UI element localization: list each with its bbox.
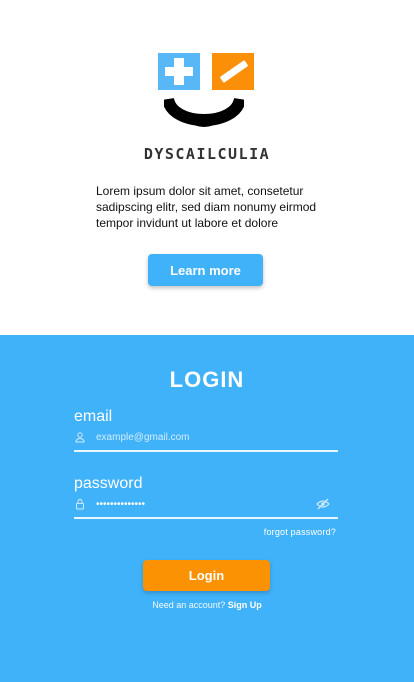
email-field-container: [74, 428, 338, 452]
app-logo: [158, 53, 254, 133]
email-input[interactable]: [96, 428, 306, 446]
password-label: password: [74, 475, 143, 492]
app-description: Lorem ipsum dolor sit amet, consetetur s…: [96, 184, 317, 230]
learn-more-button[interactable]: Learn more: [148, 254, 263, 286]
signup-prompt: Need an account?: [152, 600, 226, 610]
signup-prompt-line: Need an account? Sign Up: [0, 600, 414, 610]
user-icon: [75, 432, 85, 443]
app-title: DYSCAILCULIA: [143, 145, 271, 163]
login-button[interactable]: Login: [143, 560, 270, 591]
plus-icon: [158, 53, 200, 90]
forgot-password-link[interactable]: forgot password?: [264, 527, 336, 537]
eye-off-icon[interactable]: [316, 498, 330, 510]
lock-icon: [76, 498, 84, 510]
intro-section: DYSCAILCULIA Lorem ipsum dolor sit amet,…: [0, 0, 414, 335]
minus-icon: [212, 53, 254, 90]
sign-up-link[interactable]: Sign Up: [228, 600, 262, 610]
password-input[interactable]: [96, 495, 306, 513]
email-label: email: [74, 408, 113, 425]
login-title: LOGIN: [169, 367, 245, 392]
login-section: LOGIN email password forgot password? Lo…: [0, 335, 414, 682]
password-field-container: [74, 495, 338, 519]
smile-icon: [164, 97, 244, 127]
